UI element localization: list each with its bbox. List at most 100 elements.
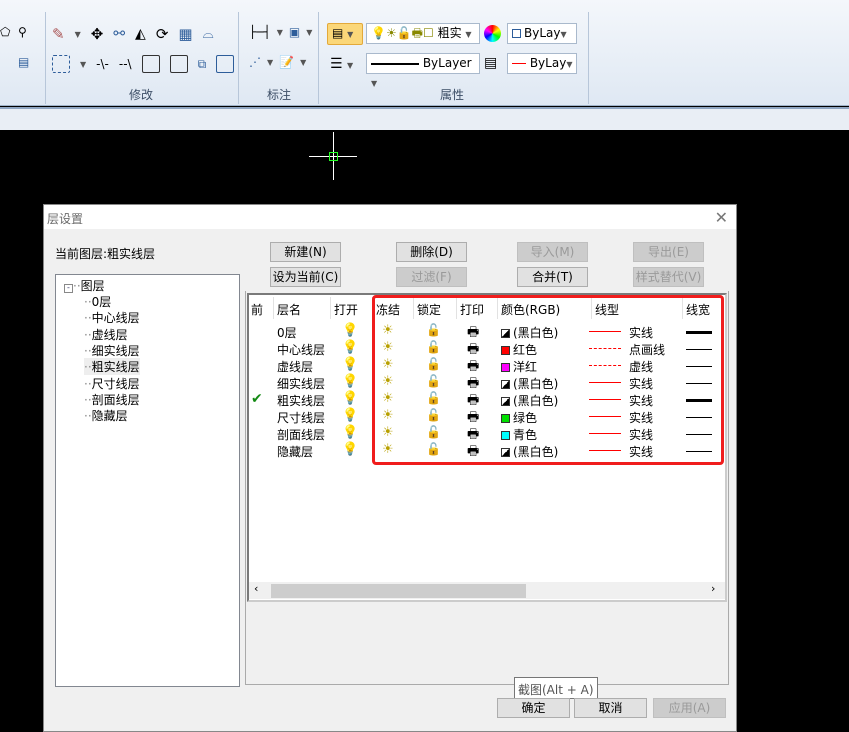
stretch-icon[interactable] xyxy=(141,55,160,73)
extend-icon[interactable]: --\ xyxy=(119,57,132,71)
tree-item[interactable]: ··0层 xyxy=(84,293,111,310)
linetype-icon[interactable]: ▤ xyxy=(484,55,497,71)
bulb-on-icon[interactable]: 💡 xyxy=(342,374,358,389)
style-override-button[interactable]: 样式替代(V) xyxy=(633,267,704,287)
separator xyxy=(45,12,46,104)
column-divider[interactable] xyxy=(330,297,331,319)
ribbon: ✎ ▼ ✥ ⚯ ◭ ⟳ ▦ ⌓ ▼ -\- --\ ⧉ ⬠ ⚲ ▤ ├─┤ ▼ ▣ ▼… xyxy=(0,0,849,106)
color-combo[interactable]: ByLay▼ xyxy=(507,23,577,44)
bulb-on-icon[interactable]: 💡 xyxy=(342,323,358,338)
scroll-right-icon[interactable]: › xyxy=(711,582,715,595)
scale-icon[interactable] xyxy=(216,55,235,73)
layer-name[interactable]: 隐藏层 xyxy=(277,443,313,460)
linear-dimension-icon[interactable]: ├─┤ xyxy=(249,25,271,39)
export-button[interactable]: 导出(E) xyxy=(633,242,704,262)
tree-item-label: 0层 xyxy=(91,295,112,309)
separator xyxy=(318,12,319,104)
layer-name[interactable]: 粗实线层 xyxy=(277,392,325,409)
bulb-on-icon[interactable]: 💡 xyxy=(342,340,358,355)
move-icon[interactable]: ✥ xyxy=(91,25,104,43)
layer-table[interactable]: 前层名 打开 冻结 锁定 打印 颜色(RGB) 线型 线宽 0层 💡 ☀ 🔓 🖶 (黑白色) 实线 中心线层… xyxy=(247,293,727,602)
layer-tree[interactable]: - ··图层 ··0层 ··中心线层 ··虚线层 ··细实线层 ··粗实线层 ··尺寸线层 ·… xyxy=(55,274,240,687)
ordinate-dimension-icon[interactable]: ⋰ xyxy=(249,55,261,69)
layer-name[interactable]: 0层 xyxy=(277,324,297,341)
collapse-icon[interactable]: - xyxy=(64,284,73,293)
brush-icon[interactable]: ✎ xyxy=(52,25,65,43)
tree-item[interactable]: ··细实线层 xyxy=(84,342,140,359)
chevron-down-icon[interactable]: ▼ xyxy=(277,28,283,37)
cursor-pickbox xyxy=(329,152,338,161)
chevron-down-icon[interactable]: ▼ xyxy=(75,30,81,39)
tree-item[interactable]: ··尺寸线层 xyxy=(84,375,140,392)
tree-item[interactable]: ··中心线层 xyxy=(84,309,140,326)
close-icon[interactable]: ✕ xyxy=(715,208,728,227)
merge-button[interactable]: 合并(T) xyxy=(517,267,588,287)
chevron-down-icon[interactable]: ▼ xyxy=(306,28,312,37)
chevron-down-icon[interactable]: ▼ xyxy=(80,60,86,69)
linetype-combo[interactable]: ByLayer ▼ xyxy=(366,53,480,88)
tree-item-label: 剖面线层 xyxy=(91,392,140,407)
offset-icon[interactable]: ⌓ xyxy=(203,26,214,42)
select-icon[interactable] xyxy=(52,55,70,73)
tree-item[interactable]: ··虚线层 xyxy=(84,326,128,343)
bulb-on-icon[interactable]: 💡 xyxy=(342,391,358,406)
layer-combo[interactable]: 💡☀🔓🖶☐ 粗实 ▼ xyxy=(366,23,480,44)
edit-dimension-icon[interactable]: 📝 xyxy=(279,55,294,69)
pentagon-icon[interactable]: ⬠ xyxy=(0,25,10,39)
import-button[interactable]: 导入(M) xyxy=(517,242,588,262)
break-icon[interactable] xyxy=(169,55,188,73)
copy-icon[interactable]: ⚯ xyxy=(113,26,125,42)
layer-name[interactable]: 细实线层 xyxy=(277,375,325,392)
ok-button[interactable]: 确定 xyxy=(497,698,570,718)
layer-name[interactable]: 中心线层 xyxy=(277,341,325,358)
bulb-on-icon[interactable]: 💡 xyxy=(342,357,358,372)
layer-combo-value: 粗实 xyxy=(437,26,462,40)
layer-name[interactable]: 虚线层 xyxy=(277,358,313,375)
apply-button[interactable]: 应用(A) xyxy=(653,698,726,718)
group-label-dimension: 标注 xyxy=(267,88,292,102)
lineweight-combo-value: ByLay xyxy=(529,56,567,70)
layer-name[interactable]: 尺寸线层 xyxy=(277,409,325,426)
rotate-icon[interactable]: ⟳ xyxy=(156,25,169,43)
lineweight-icon[interactable]: ☰ ▼ xyxy=(330,56,353,72)
dialog-title: 层设置 xyxy=(47,212,84,226)
column-header[interactable]: 层名 xyxy=(277,301,301,318)
tree-item-label: 尺寸线层 xyxy=(91,376,140,391)
chevron-down-icon[interactable]: ▼ xyxy=(267,58,273,67)
zoom-icon[interactable]: ⚲ xyxy=(18,25,27,39)
tree-item[interactable]: ··粗实线层 xyxy=(84,358,140,376)
color-wheel-icon[interactable] xyxy=(484,25,501,42)
column-divider[interactable] xyxy=(273,297,274,319)
filter-button[interactable]: 过滤(F) xyxy=(396,267,467,287)
cancel-button[interactable]: 取消 xyxy=(574,698,647,718)
group-label-modify: 修改 xyxy=(129,88,154,102)
layer-name[interactable]: 剖面线层 xyxy=(277,426,325,443)
layer-manager-button[interactable]: ▤ ▼ xyxy=(327,23,363,45)
3d-icon[interactable]: ⧉ xyxy=(198,57,207,72)
new-button[interactable]: 新建(N) xyxy=(270,242,341,262)
delete-button[interactable]: 删除(D) xyxy=(396,242,467,262)
column-header[interactable]: 前 xyxy=(251,301,263,318)
scroll-left-icon[interactable]: ‹ xyxy=(254,582,258,595)
highlight-box xyxy=(372,295,724,465)
dialog-titlebar: 层设置 xyxy=(44,205,736,229)
scroll-thumb[interactable] xyxy=(271,584,526,598)
chevron-down-icon[interactable]: ▼ xyxy=(300,58,306,67)
array-icon[interactable]: ▦ xyxy=(178,25,192,43)
tree-item-label: 隐藏层 xyxy=(91,409,128,424)
tool-icon[interactable]: ▤ xyxy=(18,55,29,69)
bulb-on-icon[interactable]: 💡 xyxy=(342,425,358,440)
bulb-on-icon[interactable]: 💡 xyxy=(342,408,358,423)
dim-style-icon[interactable]: ▣ xyxy=(289,25,300,39)
tree-item[interactable]: ··剖面线层 xyxy=(84,391,140,408)
mirror-icon[interactable]: ◭ xyxy=(135,26,146,42)
horizontal-scrollbar[interactable]: ‹ › xyxy=(249,582,725,599)
layer-settings-dialog: 层设置 ✕ 当前图层:粗实线层 新建(N) 删除(D) 导入(M) 导出(E) … xyxy=(43,204,737,732)
tree-root[interactable]: - ··图层 xyxy=(64,277,105,294)
lineweight-combo[interactable]: ByLay▼ xyxy=(507,53,577,74)
bulb-off-icon[interactable]: 💡 xyxy=(342,442,358,457)
tree-item[interactable]: ··隐藏层 xyxy=(84,407,128,424)
column-header[interactable]: 打开 xyxy=(334,301,358,318)
set-current-button[interactable]: 设为当前(C) xyxy=(270,267,341,287)
trim-icon[interactable]: -\- xyxy=(96,57,109,71)
